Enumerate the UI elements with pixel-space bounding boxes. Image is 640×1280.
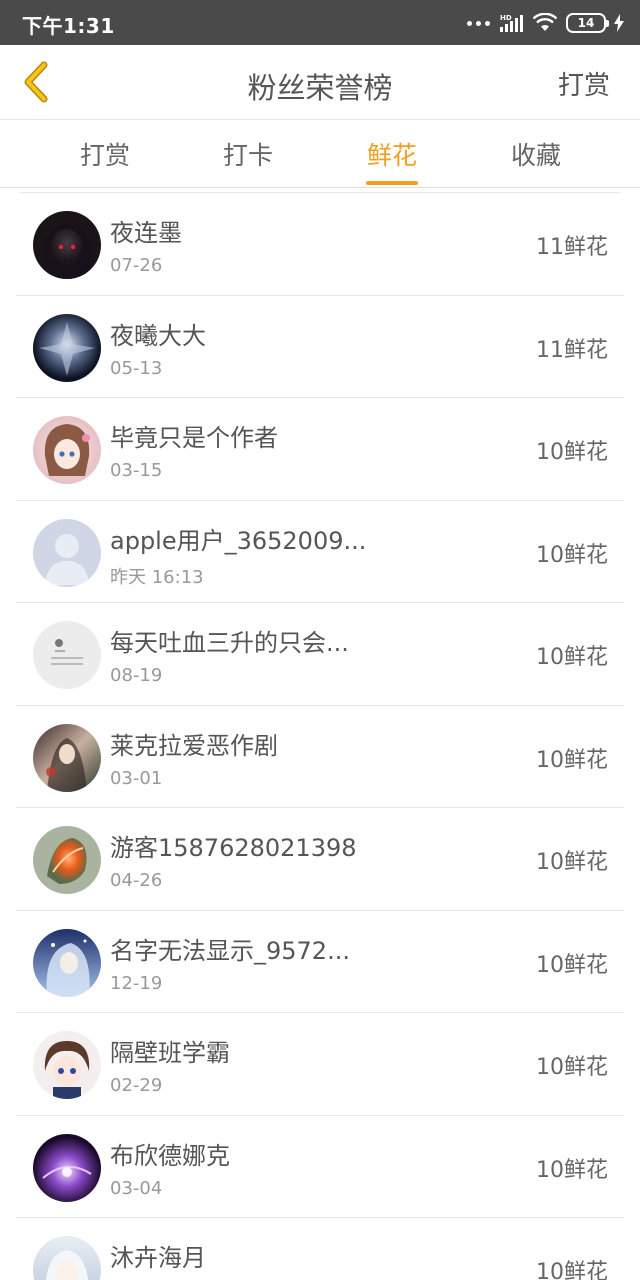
reward-date: 03-01 [110,767,163,789]
back-button[interactable] [12,57,60,107]
user-name: apple用户_3652009... [110,526,367,555]
avatar[interactable] [33,723,101,792]
reward-date: 05-13 [110,357,163,379]
avatar[interactable] [33,1031,101,1099]
reward-date: 昨天 16:13 [110,566,204,588]
status-icons: HD 14 [467,11,624,35]
user-name: 游客1587628021398 [110,834,357,862]
avatar[interactable] [33,1133,101,1202]
tab-label: 打赏 [79,141,130,170]
avatar-image [33,416,101,484]
user-name: 夜曦大大 [110,321,206,350]
flower-count: 10鲜花 [536,645,608,670]
flower-count: 10鲜花 [536,850,608,875]
user-name: 夜连墨 [110,219,182,247]
signal-icon: HD [500,14,523,32]
tab-reward[interactable]: 打赏 [55,120,155,188]
reward-date: 03-15 [110,460,163,481]
avatar-image [33,723,101,792]
user-name: 布欣德娜克 [110,1141,230,1170]
reward-date: 04-26 [110,870,163,891]
reward-date: 07-26 [110,255,163,276]
user-name: 沐卉海月 [110,1244,206,1272]
avatar[interactable] [33,826,101,894]
reward-button[interactable]: 打赏 [558,65,610,102]
flower-count: 10鲜花 [536,440,608,465]
flower-count: 11鲜花 [536,235,608,260]
avatar[interactable] [33,416,101,484]
avatar-image [33,313,101,382]
chevron-left-icon [24,61,48,103]
tab-flowers[interactable]: 鲜花 [342,120,442,188]
app-header: 粉丝荣誉榜 打赏 [0,45,640,120]
flower-count: 10鲜花 [536,1260,608,1280]
flower-count: 10鲜花 [536,1055,608,1080]
reward-date: 02-29 [110,1075,163,1096]
battery-level: 14 [577,16,595,30]
tab-label: 鲜花 [366,141,417,170]
avatar[interactable] [33,621,101,689]
avatar[interactable] [33,928,101,997]
flower-count: 10鲜花 [536,952,608,978]
tab-label: 打卡 [222,141,273,170]
user-name: 名字无法显示_9572... [110,936,350,965]
reward-date: 08-19 [110,665,163,686]
list-item[interactable]: 夜连墨 07-26 11鲜花 [16,193,624,296]
network-label: HD [500,14,512,22]
battery-icon: 14 [566,13,609,33]
list-item[interactable]: 夜曦大大 05-13 11鲜花 [16,296,624,398]
list-item[interactable]: apple用户_3652009... 昨天 16:13 10鲜花 [16,501,624,603]
avatar[interactable] [33,313,101,382]
list-item[interactable]: 每天吐血三升的只会... 08-19 10鲜花 [16,603,624,706]
list-item[interactable]: 游客1587628021398 04-26 10鲜花 [16,808,624,911]
avatar[interactable] [33,211,101,279]
status-bar: 下午1:31 HD 14 [0,0,640,45]
page-title: 粉丝荣誉榜 [247,71,393,105]
tab-checkin[interactable]: 打卡 [198,120,298,188]
flower-count: 10鲜花 [536,747,608,773]
avatar[interactable] [33,1236,101,1280]
avatar-image [33,1236,101,1280]
list-item[interactable]: 莱克拉爱恶作剧 03-01 10鲜花 [16,706,624,808]
wifi-icon [532,13,558,31]
avatar[interactable] [33,518,101,587]
flower-count: 10鲜花 [536,542,608,568]
tab-label: 收藏 [510,141,561,170]
list-item[interactable]: 名字无法显示_9572... 12-19 10鲜花 [16,911,624,1013]
more-dots-icon [467,20,490,26]
fan-list: 夜连墨 07-26 11鲜花 夜曦大大 05-13 11鲜花 毕竟只是个作者 03-15 10鲜… [16,192,624,1280]
list-item[interactable]: 毕竟只是个作者 03-15 10鲜花 [16,398,624,501]
avatar-image [33,621,101,689]
tab-active-indicator [366,181,418,185]
tab-favorites[interactable]: 收藏 [486,120,586,188]
avatar-image [33,1031,101,1099]
reward-date: 03-04 [110,1177,163,1199]
user-name: 莱克拉爱恶作剧 [110,731,278,760]
user-name: 隔壁班学霸 [110,1039,230,1067]
avatar-image [33,826,101,894]
reward-date: 12-19 [110,972,163,994]
list-item[interactable]: 沐卉海月 10鲜花 [16,1218,624,1280]
status-time: 下午1:31 [22,14,115,38]
flower-count: 10鲜花 [536,1157,608,1183]
avatar-image [33,211,101,279]
list-item[interactable]: 布欣德娜克 03-04 10鲜花 [16,1116,624,1218]
flower-count: 11鲜花 [536,337,608,363]
user-name: 毕竟只是个作者 [110,424,278,452]
user-name: 每天吐血三升的只会... [110,629,349,657]
avatar-image [33,518,101,587]
charging-icon [614,14,624,32]
list-item[interactable]: 隔壁班学霸 02-29 10鲜花 [16,1013,624,1116]
tab-bar: 打赏 打卡 鲜花 收藏 [0,120,640,188]
avatar-image [33,1133,101,1202]
avatar-image [33,928,101,997]
